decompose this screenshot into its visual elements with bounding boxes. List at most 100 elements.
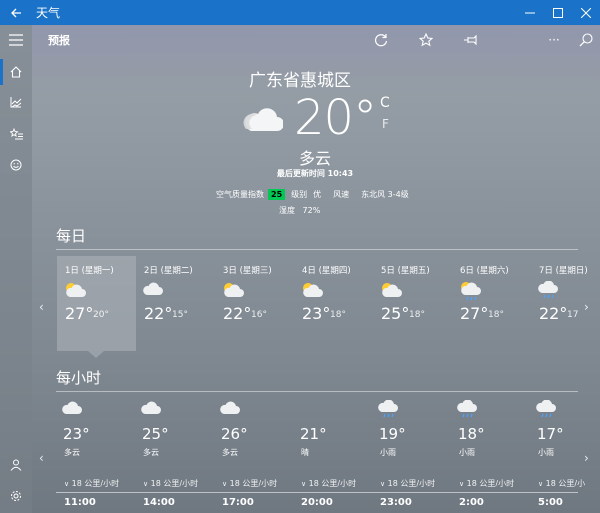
dark-mode-button[interactable] — [504, 29, 528, 51]
gear-icon — [11, 491, 21, 501]
daily-prev-button[interactable]: ‹ — [39, 300, 44, 314]
minimize-button[interactable] — [516, 0, 544, 25]
wind-label: 风速 — [333, 190, 350, 199]
hour-wind: ∨ 18 公里/小时 — [64, 478, 119, 489]
wind-direction-icon: ∨ — [538, 480, 544, 488]
wind-direction-icon: ∨ — [143, 480, 149, 488]
app-title: 天气 — [36, 6, 61, 20]
hamburger-menu-button[interactable] — [0, 25, 32, 55]
day-label: 7日 (星期日) — [539, 266, 588, 276]
nav-item-account[interactable] — [0, 450, 32, 480]
day-card[interactable]: 1日 (星期一) 27° 20° — [57, 256, 136, 351]
humidity-label: 湿度 — [279, 206, 295, 215]
unit-fahrenheit-toggle[interactable]: F — [382, 117, 389, 131]
nav-item-forecast[interactable] — [0, 57, 32, 87]
cloudy-icon — [142, 281, 164, 301]
unit-celsius-toggle[interactable]: C — [380, 95, 390, 111]
humidity: 湿度 72% — [279, 205, 320, 216]
hour-card: 21° 晴 ∨ 18 公里/小时 20:00 — [294, 400, 373, 512]
current-stats: 空气质量指数 25 级别 优 风速 东北风 3-4级 — [216, 189, 409, 200]
pin-button[interactable] — [459, 29, 483, 51]
back-button[interactable] — [0, 0, 32, 25]
day-label: 3日 (星期三) — [223, 266, 272, 276]
hour-card: 19° 小雨 ∨ 18 公里/小时 23:00 — [373, 399, 452, 512]
more-button[interactable]: ··· — [542, 29, 566, 51]
wind-direction-icon: ∨ — [459, 480, 465, 488]
aqi-badge: 25 — [268, 189, 286, 200]
rain-icon — [535, 399, 557, 424]
hourly-prev-button[interactable]: ‹ — [39, 451, 44, 465]
hour-wind-speed: 18 公里/小 — [545, 479, 586, 488]
sunny-rain-icon — [458, 281, 482, 305]
aqi-label: 空气质量指数 — [216, 190, 264, 199]
hour-card: 23° 多云 ∨ 18 公里/小时 11:00 — [57, 400, 136, 512]
hourly-divider — [56, 391, 578, 392]
wind-direction-icon: ∨ — [380, 480, 386, 488]
chart-icon — [10, 97, 22, 108]
cloudy-icon — [61, 400, 83, 420]
current-condition: 多云 — [298, 149, 331, 168]
day-card[interactable]: 7日 (星期日) 22° 17 — [531, 256, 600, 351]
wind-direction-icon: ∨ — [222, 480, 228, 488]
hour-condition: 多云 — [64, 448, 80, 457]
hour-wind-speed: 18 公里/小时 — [150, 479, 199, 488]
hour-wind: ∨ 18 公里/小时 — [143, 478, 198, 489]
partly-sunny-icon — [300, 281, 324, 303]
hour-condition: 小雨 — [538, 448, 554, 457]
nav-item-maps[interactable] — [0, 87, 32, 117]
hour-temp: 18° — [458, 425, 485, 443]
day-high-temp: 27° — [460, 304, 489, 323]
partly-sunny-icon — [221, 281, 245, 303]
day-card[interactable]: 4日 (星期四) 23° 18° — [294, 256, 373, 351]
hour-time: 5:00 — [538, 497, 563, 508]
cloudy-icon — [243, 108, 283, 131]
hour-wind: ∨ 18 公里/小时 — [380, 478, 435, 489]
person-icon — [10, 459, 22, 471]
hour-card: 25° 多云 ∨ 18 公里/小时 14:00 — [136, 400, 215, 512]
rain-icon — [456, 399, 478, 424]
hour-time: 23:00 — [380, 497, 412, 508]
day-low-temp: 15° — [172, 310, 188, 320]
current-temperature: 20° — [294, 90, 377, 146]
nav-item-settings[interactable] — [0, 481, 32, 511]
star-icon — [419, 33, 433, 47]
day-card[interactable]: 2日 (星期二) 22° 15° — [136, 256, 215, 351]
nav-item-favorites[interactable] — [0, 119, 32, 149]
day-high-temp: 22° — [539, 304, 568, 323]
hour-temp: 19° — [379, 425, 406, 443]
search-button[interactable] — [574, 29, 598, 51]
nav-item-life[interactable] — [0, 150, 32, 180]
favorite-button[interactable] — [414, 29, 438, 51]
hour-time: 2:00 — [459, 497, 484, 508]
toolbar: 预报 ··· — [32, 25, 600, 55]
home-icon — [10, 66, 22, 78]
day-card[interactable]: 3日 (星期三) 22° 16° — [215, 256, 294, 351]
refresh-button[interactable] — [369, 29, 393, 51]
toolbar-label: 预报 — [48, 34, 70, 47]
title-bar: 天气 — [0, 0, 600, 25]
maximize-button[interactable] — [544, 0, 572, 25]
hour-wind-speed: 18 公里/小时 — [387, 479, 436, 488]
hour-wind: ∨ 18 公里/小时 — [301, 478, 356, 489]
day-high-temp: 23° — [302, 304, 331, 323]
smiley-icon — [10, 159, 22, 171]
hour-time: 14:00 — [143, 497, 175, 508]
hour-wind-speed: 18 公里/小时 — [71, 479, 120, 488]
day-label: 1日 (星期一) — [65, 266, 114, 276]
day-high-temp: 22° — [223, 304, 252, 323]
daily-heading: 每日 — [56, 227, 87, 245]
hamburger-icon — [9, 34, 23, 46]
search-icon — [579, 33, 593, 47]
moon-icon — [298, 400, 314, 422]
hour-condition: 小雨 — [380, 448, 396, 457]
minimize-icon — [525, 12, 535, 13]
back-arrow-icon — [11, 8, 21, 17]
hour-temp: 17° — [537, 425, 564, 443]
chevron-left-icon: ‹ — [39, 451, 44, 465]
star-list-icon — [9, 128, 23, 140]
level-value: 优 — [313, 190, 322, 199]
close-button[interactable] — [572, 0, 600, 25]
hour-wind-speed: 18 公里/小时 — [229, 479, 278, 488]
day-card[interactable]: 5日 (星期五) 25° 18° — [373, 256, 452, 351]
day-card[interactable]: 6日 (星期六) 27° 18° — [452, 256, 531, 351]
